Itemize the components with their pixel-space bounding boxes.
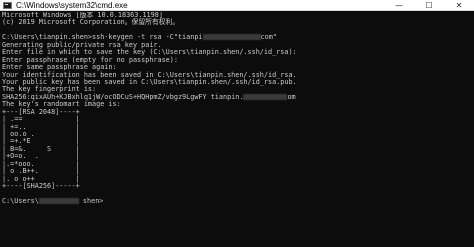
console-line: C:\Users\ shen> [2, 196, 472, 205]
redacted-text [38, 197, 79, 204]
console-line-text: shen> [78, 196, 104, 205]
console-line: +----[SHA256]-----+ [2, 182, 472, 191]
console-line-text: om [287, 92, 296, 101]
scrollbar[interactable] [468, 11, 474, 247]
console-line-text: (c) 2019 Microsoft Corporation。保留所有权利。 [2, 18, 180, 27]
close-button[interactable]: ✕ [444, 0, 474, 11]
cmd-window: C:\Windows\system32\cmd.exe — ☐ ✕ Micros… [0, 0, 474, 247]
redacted-text [202, 34, 261, 41]
console-output[interactable]: Microsoft Windows [版本 10.0.18363.1198] (c… [2, 12, 472, 205]
console-line-text: C:\Users\ [2, 196, 39, 205]
console-line-text: com" [260, 33, 277, 42]
console-line: (c) 2019 Microsoft Corporation。保留所有权利。 [2, 19, 472, 26]
window-title: C:\Windows\system32\cmd.exe [16, 1, 128, 10]
minimize-button[interactable]: — [384, 0, 414, 11]
title-bar[interactable]: C:\Windows\system32\cmd.exe — ☐ ✕ [0, 0, 474, 11]
cmd-icon [3, 2, 12, 9]
console-line-text: +----[SHA256]-----+ [2, 182, 80, 191]
redacted-text [243, 93, 288, 100]
maximize-button[interactable]: ☐ [414, 0, 444, 11]
